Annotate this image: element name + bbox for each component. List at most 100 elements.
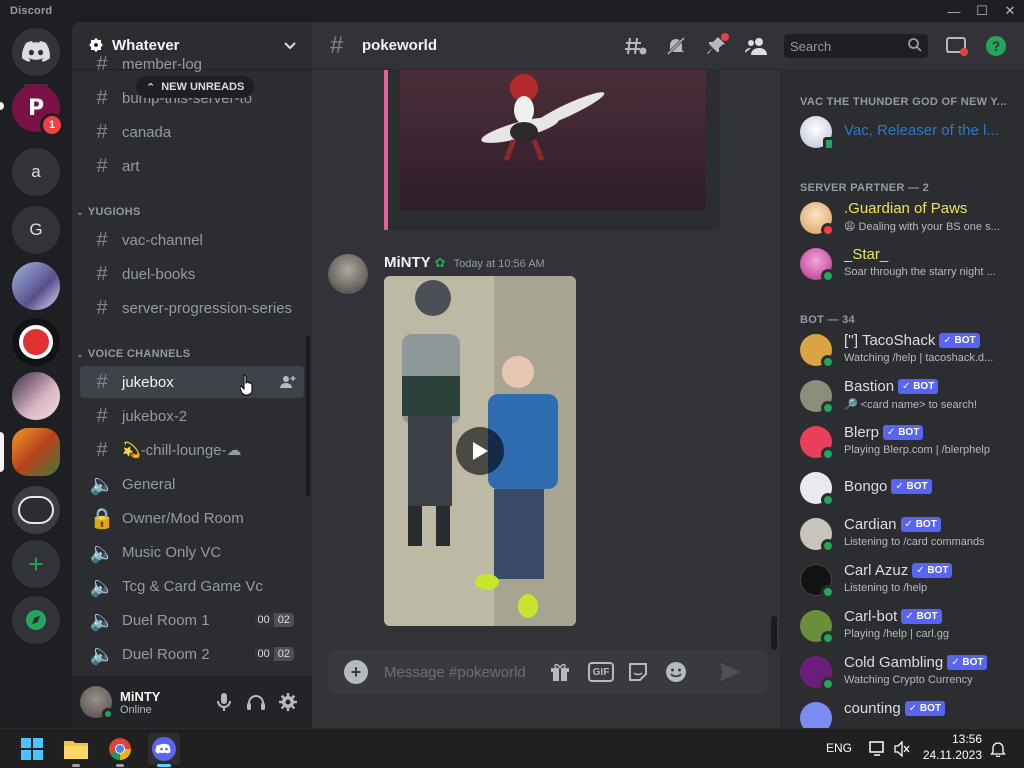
member-item[interactable]: _Star_ Soar through the starry night ... — [800, 242, 1024, 286]
user-limit: 02 — [273, 647, 294, 661]
voice-music-only[interactable]: 🔈 Music Only VC — [80, 536, 304, 568]
member-item[interactable]: counting ✓ BOT — [800, 696, 1024, 728]
channel-server-progression[interactable]: # server-progression-series — [80, 292, 304, 324]
server-panda[interactable] — [12, 486, 60, 534]
channel-canada[interactable]: # canada — [80, 116, 304, 148]
new-unreads-pill[interactable]: ⌃ NEW UNREADS — [136, 76, 255, 98]
voice-general[interactable]: 🔈 General — [80, 468, 304, 500]
pinned-button[interactable] — [704, 33, 729, 58]
message-timestamp: Today at 10:56 AM — [453, 258, 545, 270]
help-button[interactable]: ? — [984, 34, 1008, 58]
member-item[interactable]: Carl Azuz ✓ BOT Listening to /help — [800, 558, 1024, 602]
member-item[interactable]: Bastion ✓ BOT 🔎 <card name> to search! — [800, 374, 1024, 418]
clock-date: 24.11.2023 — [922, 748, 982, 762]
server-fire[interactable] — [12, 428, 60, 476]
user-info[interactable]: MiNTY Online — [120, 689, 160, 716]
discord-taskbar-button[interactable] — [148, 733, 180, 767]
explore-button[interactable] — [12, 596, 60, 644]
server-g[interactable]: G — [12, 206, 60, 254]
sidebar-scrollbar[interactable] — [306, 336, 310, 496]
gift-button[interactable] — [548, 660, 572, 684]
sticker-button[interactable] — [626, 660, 650, 684]
member-item[interactable]: Cardian ✓ BOT Listening to /card commands — [800, 512, 1024, 556]
message-list[interactable]: MiNTY ✿ Today at 10:56 AM — [312, 70, 780, 650]
member-item[interactable]: Vac, Releaser of the l... — [800, 110, 1024, 154]
windows-logo-icon — [21, 738, 43, 760]
voice-owner-mod[interactable]: 🔒 Owner/Mod Room — [80, 502, 304, 534]
send-button[interactable] — [718, 660, 742, 684]
send-icon — [720, 663, 740, 681]
category-yugiohs[interactable]: ⌄ YUGIOHS — [76, 206, 141, 218]
embed-image[interactable] — [400, 70, 706, 210]
member-item[interactable]: Cold Gambling ✓ BOT Watching Crypto Curre… — [800, 650, 1024, 694]
minimize-button[interactable]: — — [940, 0, 968, 22]
channel-duel-books[interactable]: # duel-books — [80, 258, 304, 290]
member-name: Carl Azuz — [844, 562, 909, 579]
inbox-button[interactable] — [944, 34, 968, 58]
server-anime[interactable] — [12, 262, 60, 310]
hash-icon: # — [96, 86, 108, 109]
member-status: 🔎 <card name> to search! — [844, 399, 977, 411]
previous-embed — [384, 70, 720, 230]
mic-button[interactable] — [212, 690, 236, 714]
channel-jukebox[interactable]: # jukebox — [80, 366, 304, 398]
channel-vac[interactable]: # vac-channel — [80, 224, 304, 256]
voice-duel-room-1[interactable]: 🔈 Duel Room 1 00 02 — [80, 604, 304, 636]
play-button[interactable] — [456, 427, 504, 475]
member-item[interactable]: Bongo ✓ BOT — [800, 466, 1024, 510]
member-item[interactable]: [''] TacoShack ✓ BOT Watching /help | tac… — [800, 328, 1024, 372]
notifications-button[interactable] — [664, 34, 688, 58]
member-item[interactable]: .Guardian of Paws 😩 Dealing with your BS… — [800, 196, 1024, 240]
member-name: .Guardian of Paws — [844, 200, 968, 217]
chevron-down-icon: ⌄ — [76, 348, 84, 359]
chat-scrollbar[interactable] — [771, 616, 777, 650]
member-list-button[interactable] — [744, 34, 768, 58]
speaker-icon: 🔈 — [89, 575, 115, 598]
channel-label: jukebox — [122, 373, 174, 391]
gif-button[interactable]: GIF — [588, 662, 614, 682]
channel-chill-lounge[interactable]: # 💫-chill-lounge-☁ — [80, 434, 304, 466]
member-name: _Star_ — [844, 246, 889, 263]
invite-user-icon[interactable] — [280, 374, 296, 390]
avatar[interactable] — [80, 686, 114, 720]
message-composer[interactable]: + Message #pokeworld GIF — [328, 650, 768, 694]
start-button[interactable] — [16, 733, 48, 765]
channel-art[interactable]: # art — [80, 150, 304, 182]
file-explorer-button[interactable] — [60, 733, 92, 767]
language-indicator[interactable]: ENG — [826, 741, 852, 755]
category-voice[interactable]: ⌄ VOICE CHANNELS — [76, 348, 190, 360]
video-attachment[interactable] — [384, 276, 576, 626]
settings-button[interactable] — [276, 690, 300, 714]
clock[interactable]: 13:56 24.11.2023 — [922, 731, 982, 763]
channel-jukebox-2[interactable]: # jukebox-2 — [80, 400, 304, 432]
message-author[interactable]: MiNTY — [384, 254, 431, 271]
notifications-center-button[interactable] — [982, 733, 1014, 765]
emoji-button[interactable] — [664, 660, 688, 684]
server-anime-2[interactable] — [12, 372, 60, 420]
threads-button[interactable] — [624, 34, 648, 58]
deafen-button[interactable] — [244, 690, 268, 714]
volume-button[interactable] — [886, 733, 918, 765]
maximize-button[interactable]: ☐ — [968, 0, 996, 22]
voice-tcg[interactable]: 🔈 Tcg & Card Game Vc — [80, 570, 304, 602]
voice-duel-room-2[interactable]: 🔈 Duel Room 2 00 02 — [80, 638, 304, 670]
server-a[interactable]: a — [12, 148, 60, 196]
member-item[interactable]: Blerp ✓ BOT Playing Blerp.com | /blerphel… — [800, 420, 1024, 464]
upload-button[interactable]: + — [344, 660, 368, 684]
home-button[interactable] — [12, 28, 60, 76]
online-status-dot — [821, 585, 835, 599]
message-input[interactable]: Message #pokeworld — [384, 664, 526, 681]
server-red[interactable] — [12, 318, 60, 366]
bot-tag: ✓ BOT — [901, 609, 942, 624]
message-avatar[interactable] — [328, 254, 368, 294]
unread-dot — [960, 48, 968, 56]
member-item[interactable]: Carl-bot ✓ BOT Playing /help | carl.gg — [800, 604, 1024, 648]
search-input[interactable]: Search — [784, 34, 928, 58]
channel-label: 💫-chill-lounge-☁ — [122, 442, 242, 459]
channel-label: Owner/Mod Room — [122, 509, 244, 527]
online-status-dot — [821, 539, 835, 553]
add-server-button[interactable]: + — [12, 540, 60, 588]
members-icon — [745, 38, 767, 55]
chrome-button[interactable] — [104, 733, 136, 767]
close-button[interactable]: ✕ — [996, 0, 1024, 22]
